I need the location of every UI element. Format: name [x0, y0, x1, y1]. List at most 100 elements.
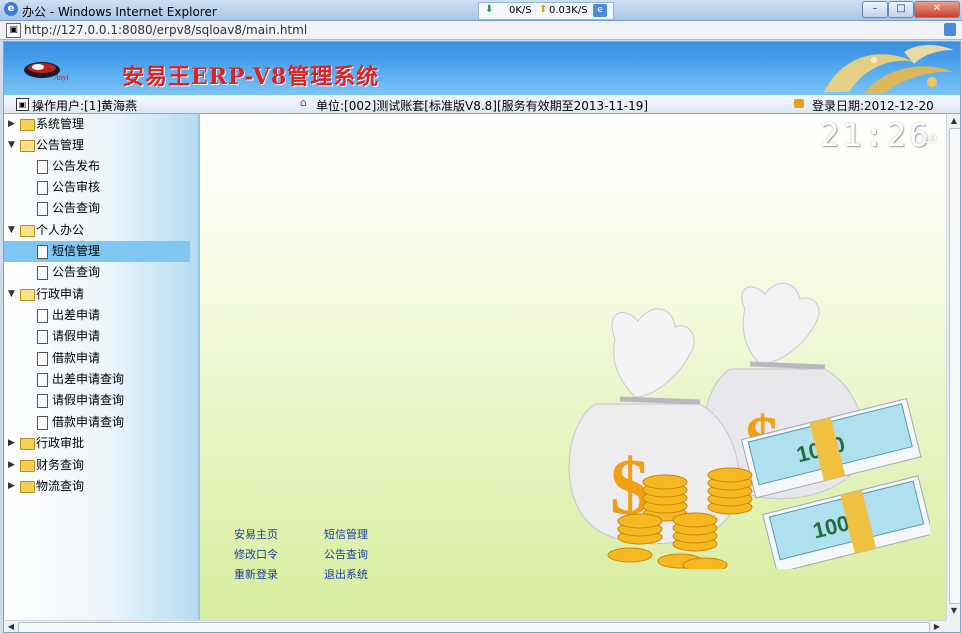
header-banner: Anyi 安易王ERP-V8管理系统 — [4, 42, 960, 95]
page-icon: ▣ — [6, 23, 21, 38]
tree-item-notice-query[interactable]: 公告查询 — [4, 198, 190, 219]
tree-label: 短信管理 — [52, 244, 101, 258]
tree-item-loan-apply[interactable]: 借款申请 — [4, 348, 190, 369]
expand-arrow-icon[interactable]: ▶ — [8, 433, 15, 454]
download-speed: 0K/S — [509, 5, 532, 16]
tree-label: 请假申请 — [52, 329, 101, 343]
digital-clock: 21:26 — [820, 116, 932, 154]
company-unit: 单位:[002]测试账套[标准版V8.8][服务有效期至2013-11-19] — [316, 99, 649, 113]
user-icon: ▣ — [16, 98, 29, 111]
collapse-arrow-icon[interactable]: ▼ — [8, 135, 15, 156]
calendar-icon — [794, 99, 804, 108]
scroll-down-arrow-icon[interactable]: ▼ — [949, 606, 959, 616]
document-icon — [37, 181, 48, 195]
money-bags-illustration-icon: $ $ 1000 1000 — [568, 282, 930, 569]
link-notice-query[interactable]: 公告查询 — [324, 546, 368, 562]
network-speed-widget: ⬇ 0K/S ⬆ 0.03K/S e — [478, 2, 614, 20]
logo-text: Anyi — [53, 73, 69, 82]
link-logout[interactable]: 退出系统 — [324, 566, 368, 582]
minimize-icon[interactable]: – — [862, 1, 888, 18]
tree-item-loan-apply-query[interactable]: 借款申请查询 — [4, 412, 190, 433]
document-icon — [37, 330, 48, 344]
tree-folder-admin-apply[interactable]: ▼ 行政申请 — [4, 284, 190, 305]
ie-mini-icon[interactable]: e — [593, 4, 607, 17]
address-url[interactable]: http://127.0.0.1:8080/erpv8/sqloav8/main… — [24, 23, 307, 37]
collapse-arrow-icon[interactable]: ▼ — [8, 284, 15, 305]
tree-label: 公告查询 — [52, 265, 101, 279]
tree-label: 借款申请 — [52, 351, 101, 365]
folder-icon — [20, 438, 35, 450]
tree-item-sms-management[interactable]: 短信管理 — [4, 241, 190, 262]
maximize-icon[interactable]: □ — [888, 1, 914, 18]
folder-icon — [20, 119, 35, 131]
folder-open-icon — [20, 140, 35, 152]
tree-item-leave-apply-query[interactable]: 请假申请查询 — [4, 390, 190, 411]
ie-icon: e — [4, 2, 18, 16]
tree-folder-logistics-query[interactable]: ▶ 物流查询 — [4, 476, 190, 497]
expand-arrow-icon[interactable]: ▶ — [8, 114, 15, 135]
window-title-bar: e 办公 - Windows Internet Explorer ⬇ 0K/S … — [0, 0, 962, 21]
vertical-scroll-thumb[interactable] — [949, 128, 960, 604]
tree-label: 物流查询 — [36, 479, 85, 493]
document-icon — [37, 416, 48, 430]
document-icon — [37, 202, 48, 216]
upload-speed: 0.03K/S — [549, 5, 588, 16]
tree-item-trip-apply-query[interactable]: 出差申请查询 — [4, 369, 190, 390]
scroll-up-arrow-icon[interactable]: ▲ — [949, 116, 959, 126]
tree-folder-admin-approval[interactable]: ▶ 行政审批 — [4, 433, 190, 454]
link-relogin[interactable]: 重新登录 — [234, 566, 278, 582]
link-change-password[interactable]: 修改口令 — [234, 546, 278, 562]
tree-label: 公告发布 — [52, 159, 101, 173]
company-logo-icon: Anyi — [24, 62, 69, 82]
close-icon[interactable]: ✕ — [914, 1, 960, 18]
tree-folder-personal[interactable]: ▼ 个人办公 — [4, 220, 190, 241]
expand-arrow-icon[interactable]: ▶ — [8, 455, 15, 476]
link-sms-management[interactable]: 短信管理 — [324, 526, 368, 542]
compat-view-icon[interactable] — [944, 23, 956, 36]
tree-label: 公告管理 — [36, 138, 85, 152]
folder-open-icon — [20, 225, 35, 237]
document-icon — [37, 352, 48, 366]
info-bar: ▣ 操作用户:[1]黄海燕 ⌂ 单位:[002]测试账套[标准版V8.8][服务… — [4, 95, 960, 114]
tree-item-leave-apply[interactable]: 请假申请 — [4, 326, 190, 347]
page-frame: Anyi 安易王ERP-V8管理系统 ▣ 操作用户:[1]黄海燕 ⌂ 单位:[0… — [3, 41, 961, 633]
tree-item-notice-publish[interactable]: 公告发布 — [4, 156, 190, 177]
home-icon: ⌂ — [300, 96, 307, 109]
scroll-corner — [946, 620, 960, 632]
tree-label: 公告查询 — [52, 201, 101, 215]
tree-item-personal-notice-query[interactable]: 公告查询 — [4, 262, 190, 283]
document-icon — [37, 266, 48, 280]
scroll-left-arrow-icon[interactable]: ◀ — [6, 621, 16, 632]
tree-label: 行政审批 — [36, 436, 85, 450]
document-icon — [37, 309, 48, 323]
horizontal-scroll-thumb[interactable] — [18, 622, 930, 632]
tree-folder-finance-query[interactable]: ▶ 财务查询 — [4, 455, 190, 476]
collapse-arrow-icon[interactable]: ▼ — [8, 220, 15, 241]
system-title: 安易王ERP-V8管理系统 — [122, 64, 380, 90]
expand-arrow-icon[interactable]: ▶ — [8, 476, 15, 497]
scroll-right-arrow-icon[interactable]: ▶ — [932, 621, 942, 632]
folder-open-icon — [20, 289, 35, 301]
clock-seconds: 10 — [922, 132, 937, 146]
decorative-flourish-icon — [824, 45, 954, 94]
tree-item-notice-review[interactable]: 公告审核 — [4, 177, 190, 198]
tree-label: 财务查询 — [36, 458, 85, 472]
tree-item-trip-apply[interactable]: 出差申请 — [4, 305, 190, 326]
tree-label: 行政申请 — [36, 287, 85, 301]
login-date: 登录日期:2012-12-20 — [812, 99, 934, 113]
tree-label: 请假申请查询 — [52, 393, 125, 407]
tree-label: 借款申请查询 — [52, 415, 125, 429]
horizontal-scrollbar[interactable]: ◀ ▶ — [4, 620, 946, 632]
upload-arrow-icon: ⬆ — [539, 4, 548, 15]
tree-folder-notice[interactable]: ▼ 公告管理 — [4, 135, 190, 156]
document-icon — [37, 245, 48, 259]
tree-folder-system[interactable]: ▶ 系统管理 — [4, 114, 190, 135]
tree-label: 公告审核 — [52, 180, 101, 194]
vertical-scrollbar[interactable]: ▲ ▼ — [946, 114, 960, 620]
operator-user: 操作用户:[1]黄海燕 — [32, 99, 138, 113]
document-icon — [37, 373, 48, 387]
tree-label: 出差申请 — [52, 308, 101, 322]
folder-icon — [20, 460, 35, 472]
link-home[interactable]: 安易主页 — [234, 526, 278, 542]
tree-label: 出差申请查询 — [52, 372, 125, 386]
